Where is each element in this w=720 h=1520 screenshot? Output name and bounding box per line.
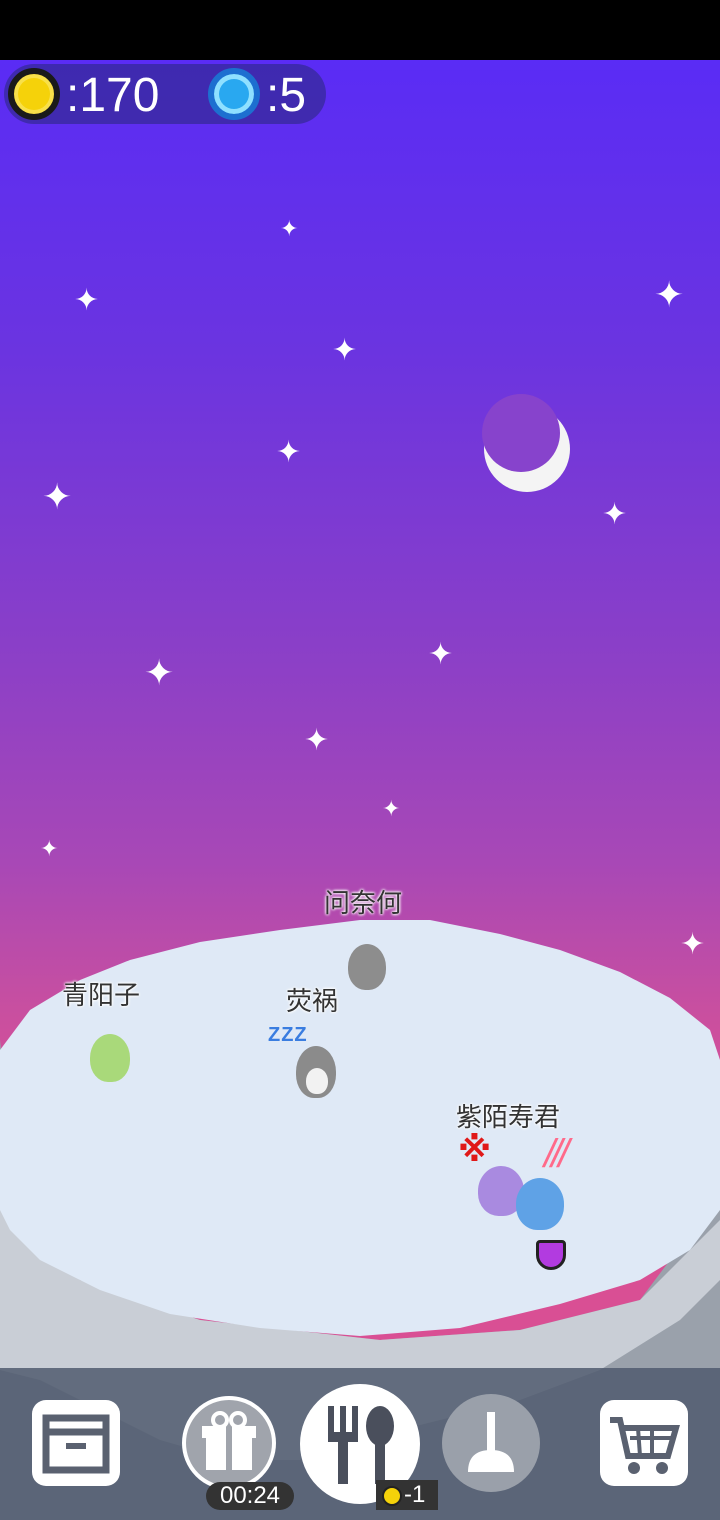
- plunger-icon: [468, 1412, 514, 1472]
- pet-name-label: 问奈何: [324, 888, 403, 918]
- star-icon: ✦: [428, 638, 454, 671]
- coin-icon: [382, 1485, 402, 1506]
- clean-button[interactable]: [442, 1394, 540, 1492]
- star-icon: ✦: [40, 836, 59, 861]
- star-icon: ✦: [280, 216, 299, 241]
- gift-button[interactable]: [182, 1396, 276, 1490]
- gift-timer: 00:24: [206, 1482, 294, 1510]
- star-icon: ✦: [42, 476, 73, 517]
- storage-box-icon: [42, 1414, 110, 1474]
- star-icon: ✦: [74, 284, 100, 317]
- blush-lines-icon: ///: [544, 1132, 569, 1176]
- pet-name-label: 紫陌寿君: [456, 1102, 561, 1132]
- storage-button[interactable]: [32, 1400, 120, 1486]
- star-icon: ✦: [144, 652, 175, 693]
- star-icon: ✦: [276, 436, 302, 469]
- gift-icon: [202, 1411, 256, 1470]
- coin-count: :170: [66, 69, 160, 122]
- pet-name-label: 荧祸: [286, 986, 339, 1016]
- anger-icon: ※: [458, 1131, 492, 1169]
- star-icon: ✦: [602, 498, 628, 531]
- pet-belly: [306, 1068, 328, 1094]
- feed-cost: -1: [404, 1481, 426, 1508]
- sleeping-indicator: ZZZ: [268, 1024, 308, 1046]
- status-bar: [0, 0, 720, 60]
- feed-cost-badge: -1: [376, 1480, 438, 1510]
- star-icon: ✦: [332, 334, 358, 367]
- star-icon: ✦: [304, 724, 330, 757]
- gem-count: :5: [266, 69, 307, 122]
- gem-icon: [208, 68, 260, 120]
- gem-drop-icon[interactable]: [536, 1240, 566, 1270]
- green-pet[interactable]: [90, 1034, 130, 1082]
- star-icon: ✦: [654, 274, 685, 315]
- gray-pet[interactable]: [348, 944, 386, 990]
- star-icon: ✦: [382, 796, 401, 821]
- blue-pet[interactable]: [516, 1178, 564, 1230]
- coin-icon: [8, 68, 60, 120]
- moon-shadow: [482, 394, 560, 472]
- shop-button[interactable]: [600, 1400, 688, 1486]
- shopping-cart-icon: [610, 1417, 680, 1474]
- pet-name-label: 青阳子: [62, 980, 141, 1010]
